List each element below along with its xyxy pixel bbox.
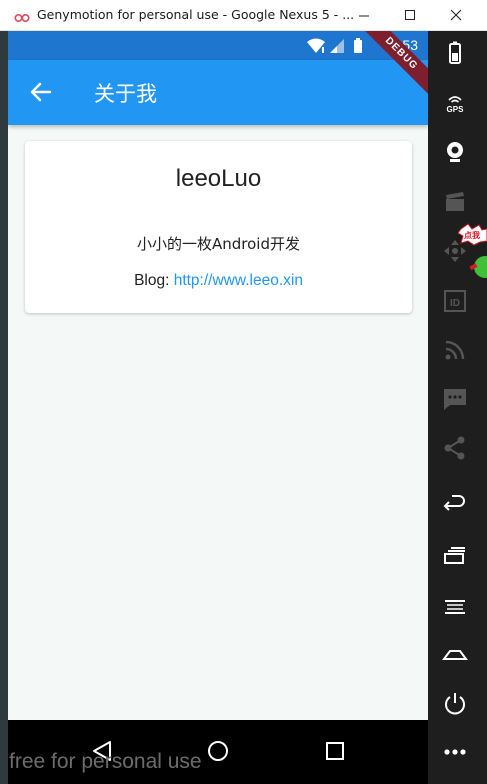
id-icon[interactable]: ID	[442, 288, 468, 314]
genymotion-logo-icon	[14, 9, 30, 23]
window-titlebar: Genymotion for personal use - Google Nex…	[0, 0, 487, 31]
blog-label: Blog:	[134, 272, 174, 289]
recent-apps-icon[interactable]	[442, 543, 468, 569]
minimize-button[interactable]	[341, 0, 387, 31]
battery-icon[interactable]	[442, 40, 468, 66]
window-frame-left	[0, 31, 8, 784]
page-title: 关于我	[94, 82, 157, 106]
profile-description: 小小的一枚Android开发	[137, 235, 300, 253]
power-icon[interactable]	[442, 690, 468, 716]
maximize-button[interactable]	[387, 0, 433, 31]
svg-text:GPS: GPS	[447, 105, 465, 114]
movie-icon[interactable]	[442, 189, 468, 215]
webcam-icon[interactable]	[442, 139, 468, 165]
home-icon[interactable]	[442, 641, 468, 667]
profile-card: leeoLuo 小小的一枚Android开发 Blog: http://www.…	[25, 141, 412, 313]
sticker-text: 点我	[464, 231, 480, 240]
status-icons	[306, 38, 368, 58]
status-bar: 11:53	[8, 31, 428, 60]
watermark: free for personal use	[9, 750, 202, 773]
android-screen: 11:53 关于我 DEBUG leeoLuo 小小的一枚Android开发 B…	[8, 31, 428, 720]
close-button[interactable]	[433, 0, 479, 31]
sms-icon[interactable]	[442, 386, 468, 412]
profile-blog: Blog: http://www.leeo.xin	[25, 272, 412, 290]
nav-home-button[interactable]	[203, 736, 233, 766]
back-icon[interactable]	[442, 493, 468, 519]
svg-text:ID: ID	[450, 298, 460, 309]
back-arrow-icon[interactable]	[30, 82, 52, 106]
rss-icon[interactable]	[442, 337, 468, 363]
floating-sticker[interactable]: 点我	[457, 223, 487, 285]
gps-icon[interactable]: GPS	[442, 90, 468, 116]
blog-link[interactable]: http://www.leeo.xin	[174, 272, 303, 289]
more-icon[interactable]	[442, 739, 468, 765]
emulator-toolbar: GPS ID	[428, 31, 487, 784]
app-bar: 关于我	[8, 60, 428, 125]
profile-name: leeoLuo	[175, 165, 262, 192]
window-title: Genymotion for personal use - Google Nex…	[37, 7, 355, 22]
menu-icon[interactable]	[442, 592, 468, 618]
nav-recents-button[interactable]	[320, 736, 350, 766]
share-icon[interactable]	[442, 435, 468, 461]
